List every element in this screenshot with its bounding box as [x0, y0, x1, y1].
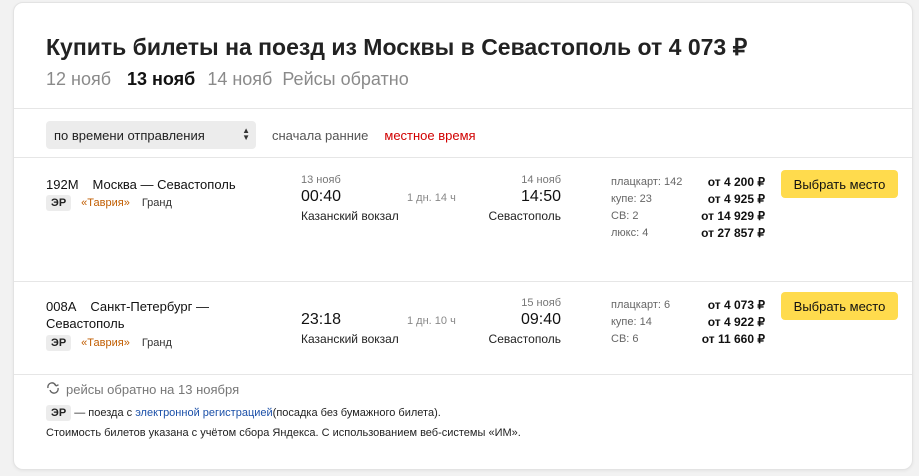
- price: от 4 925 ₽: [707, 192, 765, 206]
- seat-class: купе: 23: [611, 193, 652, 205]
- seat-prices: от 4 073 ₽ от 4 922 ₽ от 11 660 ₽: [674, 297, 765, 348]
- sort-bar: по времени отправления ▲ ▼ сначала ранние…: [46, 121, 476, 149]
- price: от 4 073 ₽: [707, 298, 765, 312]
- train-number: 008А: [46, 299, 77, 314]
- divider: [14, 374, 912, 375]
- departure-station: Казанский вокзал: [301, 332, 399, 346]
- price: от 11 660 ₽: [701, 332, 765, 346]
- train-brand: «Таврия»: [81, 337, 130, 349]
- departure-time: 23:18: [301, 311, 342, 328]
- arrival-date: 15 нояб: [521, 297, 561, 309]
- divider: [14, 108, 912, 109]
- sort-select[interactable]: по времени отправления ▲ ▼: [46, 121, 256, 149]
- arrival-station: Севастополь: [488, 332, 561, 346]
- price: от 4 200 ₽: [707, 175, 765, 189]
- departure-time: 00:40: [301, 188, 342, 205]
- seat-class: плацкарт: 6: [611, 299, 671, 311]
- arrival-date: 14 нояб: [521, 174, 561, 186]
- train-badges: ЭР «Таврия» Гранд: [46, 335, 172, 351]
- select-seat-button[interactable]: Выбрать место: [781, 170, 898, 198]
- train-badges: ЭР «Таврия» Гранд: [46, 195, 172, 211]
- price-note: Стоимость билетов указана с учётом сбора…: [46, 427, 521, 439]
- e-registration-link[interactable]: электронной регистрацией: [135, 407, 272, 419]
- price: от 14 929 ₽: [701, 209, 765, 223]
- departure-date: 13 нояб: [301, 174, 341, 186]
- train-number: 192М: [46, 177, 79, 192]
- seat-class: СВ: 6: [611, 333, 639, 345]
- train-row: 008А Санкт-Петербург — Севастополь ЭР «Та…: [14, 281, 912, 374]
- train-class: Гранд: [141, 197, 172, 209]
- trip-duration: 1 дн. 14 ч: [407, 192, 456, 204]
- seat-class: плацкарт: 142: [611, 176, 683, 188]
- seat-classes: плацкарт: 142 купе: 23 СВ: 2 люкс: 4: [611, 174, 682, 242]
- train-route-line1: Санкт-Петербург —: [90, 299, 209, 314]
- train-brand: «Таврия»: [81, 197, 130, 209]
- arrival-time: 14:50: [520, 188, 561, 205]
- train-route-line2: Севастополь: [46, 316, 125, 331]
- select-seat-button[interactable]: Выбрать место: [781, 292, 898, 320]
- search-results-card: Купить билеты на поезд из Москвы в Севас…: [13, 2, 913, 470]
- seat-prices: от 4 200 ₽ от 4 925 ₽ от 14 929 ₽ от 27 …: [674, 174, 765, 242]
- er-legend-text-after: (посадка без бумажного билета).: [272, 407, 441, 419]
- er-legend-text: — поезда с: [71, 407, 136, 419]
- round-trip-icon: [46, 382, 60, 397]
- date-tab-12[interactable]: 12 нояб: [46, 69, 111, 90]
- select-arrows-icon: ▲ ▼: [242, 126, 250, 142]
- departure-station: Казанский вокзал: [301, 209, 399, 223]
- seat-class: СВ: 2: [611, 210, 639, 222]
- price: от 27 857 ₽: [701, 226, 765, 240]
- return-trips-tab[interactable]: Рейсы обратно: [282, 69, 408, 90]
- train-route: Москва — Севастополь: [92, 177, 236, 192]
- er-badge: ЭР: [46, 195, 72, 211]
- er-badge: ЭР: [46, 335, 72, 351]
- return-trips-link[interactable]: рейсы обратно на 13 ноября: [46, 382, 239, 397]
- seat-class: люкс: 4: [611, 227, 649, 239]
- date-tabs: 12 нояб 13 нояб 14 нояб Рейсы обратно: [46, 69, 419, 93]
- train-title: 008А Санкт-Петербург — Севастополь: [46, 298, 209, 332]
- train-row: 192М Москва — Севастополь ЭР «Таврия» Гра…: [14, 157, 912, 281]
- er-legend: ЭР — поезда с электронной регистрацией (…: [46, 405, 441, 421]
- arrival-time: 09:40: [520, 311, 561, 328]
- local-time-toggle[interactable]: местное время: [384, 128, 475, 143]
- train-class: Гранд: [141, 337, 172, 349]
- trip-duration: 1 дн. 10 ч: [407, 315, 456, 327]
- er-badge: ЭР: [46, 405, 72, 421]
- return-trips-label: рейсы обратно на 13 ноября: [66, 382, 240, 397]
- price: от 4 922 ₽: [707, 315, 765, 329]
- seat-classes: плацкарт: 6 купе: 14 СВ: 6: [611, 297, 670, 348]
- seat-class: купе: 14: [611, 316, 652, 328]
- page-title: Купить билеты на поезд из Москвы в Севас…: [46, 34, 748, 60]
- date-tab-13[interactable]: 13 нояб: [127, 69, 195, 90]
- date-tab-14[interactable]: 14 нояб: [207, 69, 272, 90]
- sort-order-toggle[interactable]: сначала ранние: [272, 128, 368, 143]
- sort-select-value: по времени отправления: [54, 127, 205, 143]
- train-title: 192М Москва — Севастополь: [46, 176, 236, 193]
- arrival-station: Севастополь: [488, 209, 561, 223]
